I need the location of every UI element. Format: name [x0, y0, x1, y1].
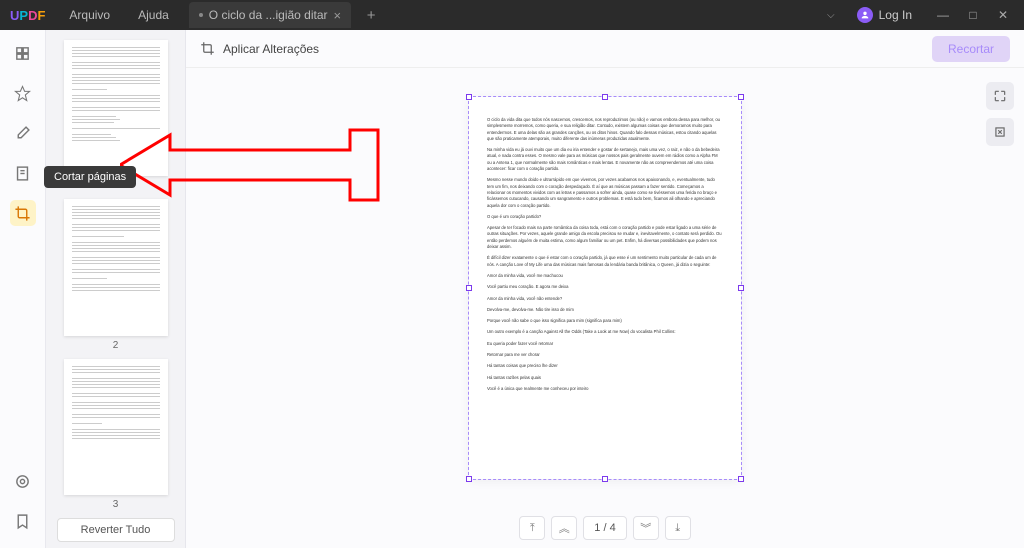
tool-rail [0, 30, 46, 548]
rail-bookmark-icon[interactable] [10, 508, 36, 534]
canvas-side-tools [986, 82, 1014, 146]
menu-help[interactable]: Ajuda [124, 0, 183, 30]
doc-text: Apesar de ter focado mais na parte român… [487, 225, 723, 250]
doc-text: Retornar para me ver chorar [487, 352, 723, 358]
crop-handle-b[interactable] [602, 476, 608, 482]
crop-handle-bl[interactable] [466, 476, 472, 482]
page-thumbnail-3[interactable] [64, 359, 168, 495]
rail-crop-icon[interactable] [10, 200, 36, 226]
crop-toolbar: Aplicar Alterações Recortar [186, 30, 1024, 68]
fit-icon[interactable] [986, 118, 1014, 146]
crop-handle-br[interactable] [738, 476, 744, 482]
login-button[interactable]: Log In [849, 7, 920, 23]
doc-text: Porque você não sabe o que isso signific… [487, 318, 723, 324]
content-area: Aplicar Alterações Recortar O ciclo da v… [186, 30, 1024, 548]
login-label: Log In [879, 8, 912, 22]
crop-handle-l[interactable] [466, 285, 472, 291]
minimize-button[interactable]: — [928, 0, 958, 30]
crop-icon [200, 41, 215, 56]
chevron-down-icon[interactable]: ⌵ [821, 10, 841, 21]
apply-crop-button[interactable]: Recortar [932, 36, 1010, 62]
doc-text: Você é a única que realmente me conheceu… [487, 386, 723, 392]
crop-handle-t[interactable] [602, 94, 608, 100]
rail-thumbnail-icon[interactable] [10, 40, 36, 66]
doc-text: Amor da minha vida, você me machucou [487, 273, 723, 279]
rail-highlight-icon[interactable] [10, 80, 36, 106]
doc-text: Amor da minha vida, você não entende? [487, 296, 723, 302]
crop-handle-tl[interactable] [466, 94, 472, 100]
doc-text: É difícil dizer exatamente o que é estar… [487, 255, 723, 268]
doc-text: Um outro exemplo é a canção Against All … [487, 329, 723, 335]
rail-settings-icon[interactable] [10, 468, 36, 494]
doc-text: Eu queria poder fazer você retornar [487, 341, 723, 347]
page-indicator[interactable]: 1 / 4 [583, 516, 626, 540]
page-thumbnail-1[interactable] [64, 40, 168, 176]
doc-text: Você partiu meu coração. E agora me deix… [487, 284, 723, 290]
next-page-button[interactable]: ︾ [633, 516, 659, 540]
document-tab[interactable]: O ciclo da ...igião ditar × [189, 2, 351, 28]
prev-page-button[interactable]: ︽ [551, 516, 577, 540]
crop-tooltip: Cortar páginas [44, 166, 136, 188]
close-icon[interactable]: × [334, 8, 342, 23]
revert-all-button[interactable]: Reverter Tudo [57, 518, 175, 542]
doc-text: O ciclo da vida dita que todos nós nasce… [487, 117, 723, 142]
thumb-number: 2 [46, 340, 185, 351]
tab-modified-dot [199, 13, 203, 17]
page-navigator: ⤒ ︽ 1 / 4 ︾ ⤓ [186, 508, 1024, 548]
close-button[interactable]: ✕ [988, 0, 1018, 30]
tab-title: O ciclo da ...igião ditar [209, 8, 328, 22]
first-page-button[interactable]: ⤒ [519, 516, 545, 540]
expand-icon[interactable] [986, 82, 1014, 110]
crop-handle-tr[interactable] [738, 94, 744, 100]
doc-text: O que é um coração partido? [487, 214, 723, 220]
canvas: O ciclo da vida dita que todos nós nasce… [186, 68, 1024, 508]
new-tab-button[interactable]: + [359, 3, 383, 27]
doc-text: Na minha vida eu já ouvi muito que um di… [487, 147, 723, 172]
thumbnail-panel: 1 2 3 Reverter Tudo [46, 30, 186, 548]
titlebar: UPDF Arquivo Ajuda O ciclo da ...igião d… [0, 0, 1024, 30]
thumb-number: 3 [46, 499, 185, 510]
toolbar-title: Aplicar Alterações [200, 41, 319, 56]
app-logo: UPDF [0, 8, 55, 23]
doc-text: Mesmo nesse mundo doido e ultrarrápido e… [487, 177, 723, 208]
page-thumbnail-2[interactable] [64, 199, 168, 335]
main-menu: Arquivo Ajuda [55, 0, 182, 30]
avatar-icon [857, 7, 873, 23]
menu-file[interactable]: Arquivo [55, 0, 124, 30]
document-page[interactable]: O ciclo da vida dita que todos nós nasce… [469, 97, 741, 479]
doc-text: Devolva-me, devolva-me. Não tire isso de… [487, 307, 723, 313]
rail-organize-icon[interactable] [10, 160, 36, 186]
crop-handle-r[interactable] [738, 285, 744, 291]
doc-text: Há tantas coisas que preciso lhe dizer [487, 363, 723, 369]
doc-text: Há tantas razões pelas quais [487, 375, 723, 381]
last-page-button[interactable]: ⤓ [665, 516, 691, 540]
maximize-button[interactable]: □ [958, 0, 988, 30]
rail-edit-icon[interactable] [10, 120, 36, 146]
